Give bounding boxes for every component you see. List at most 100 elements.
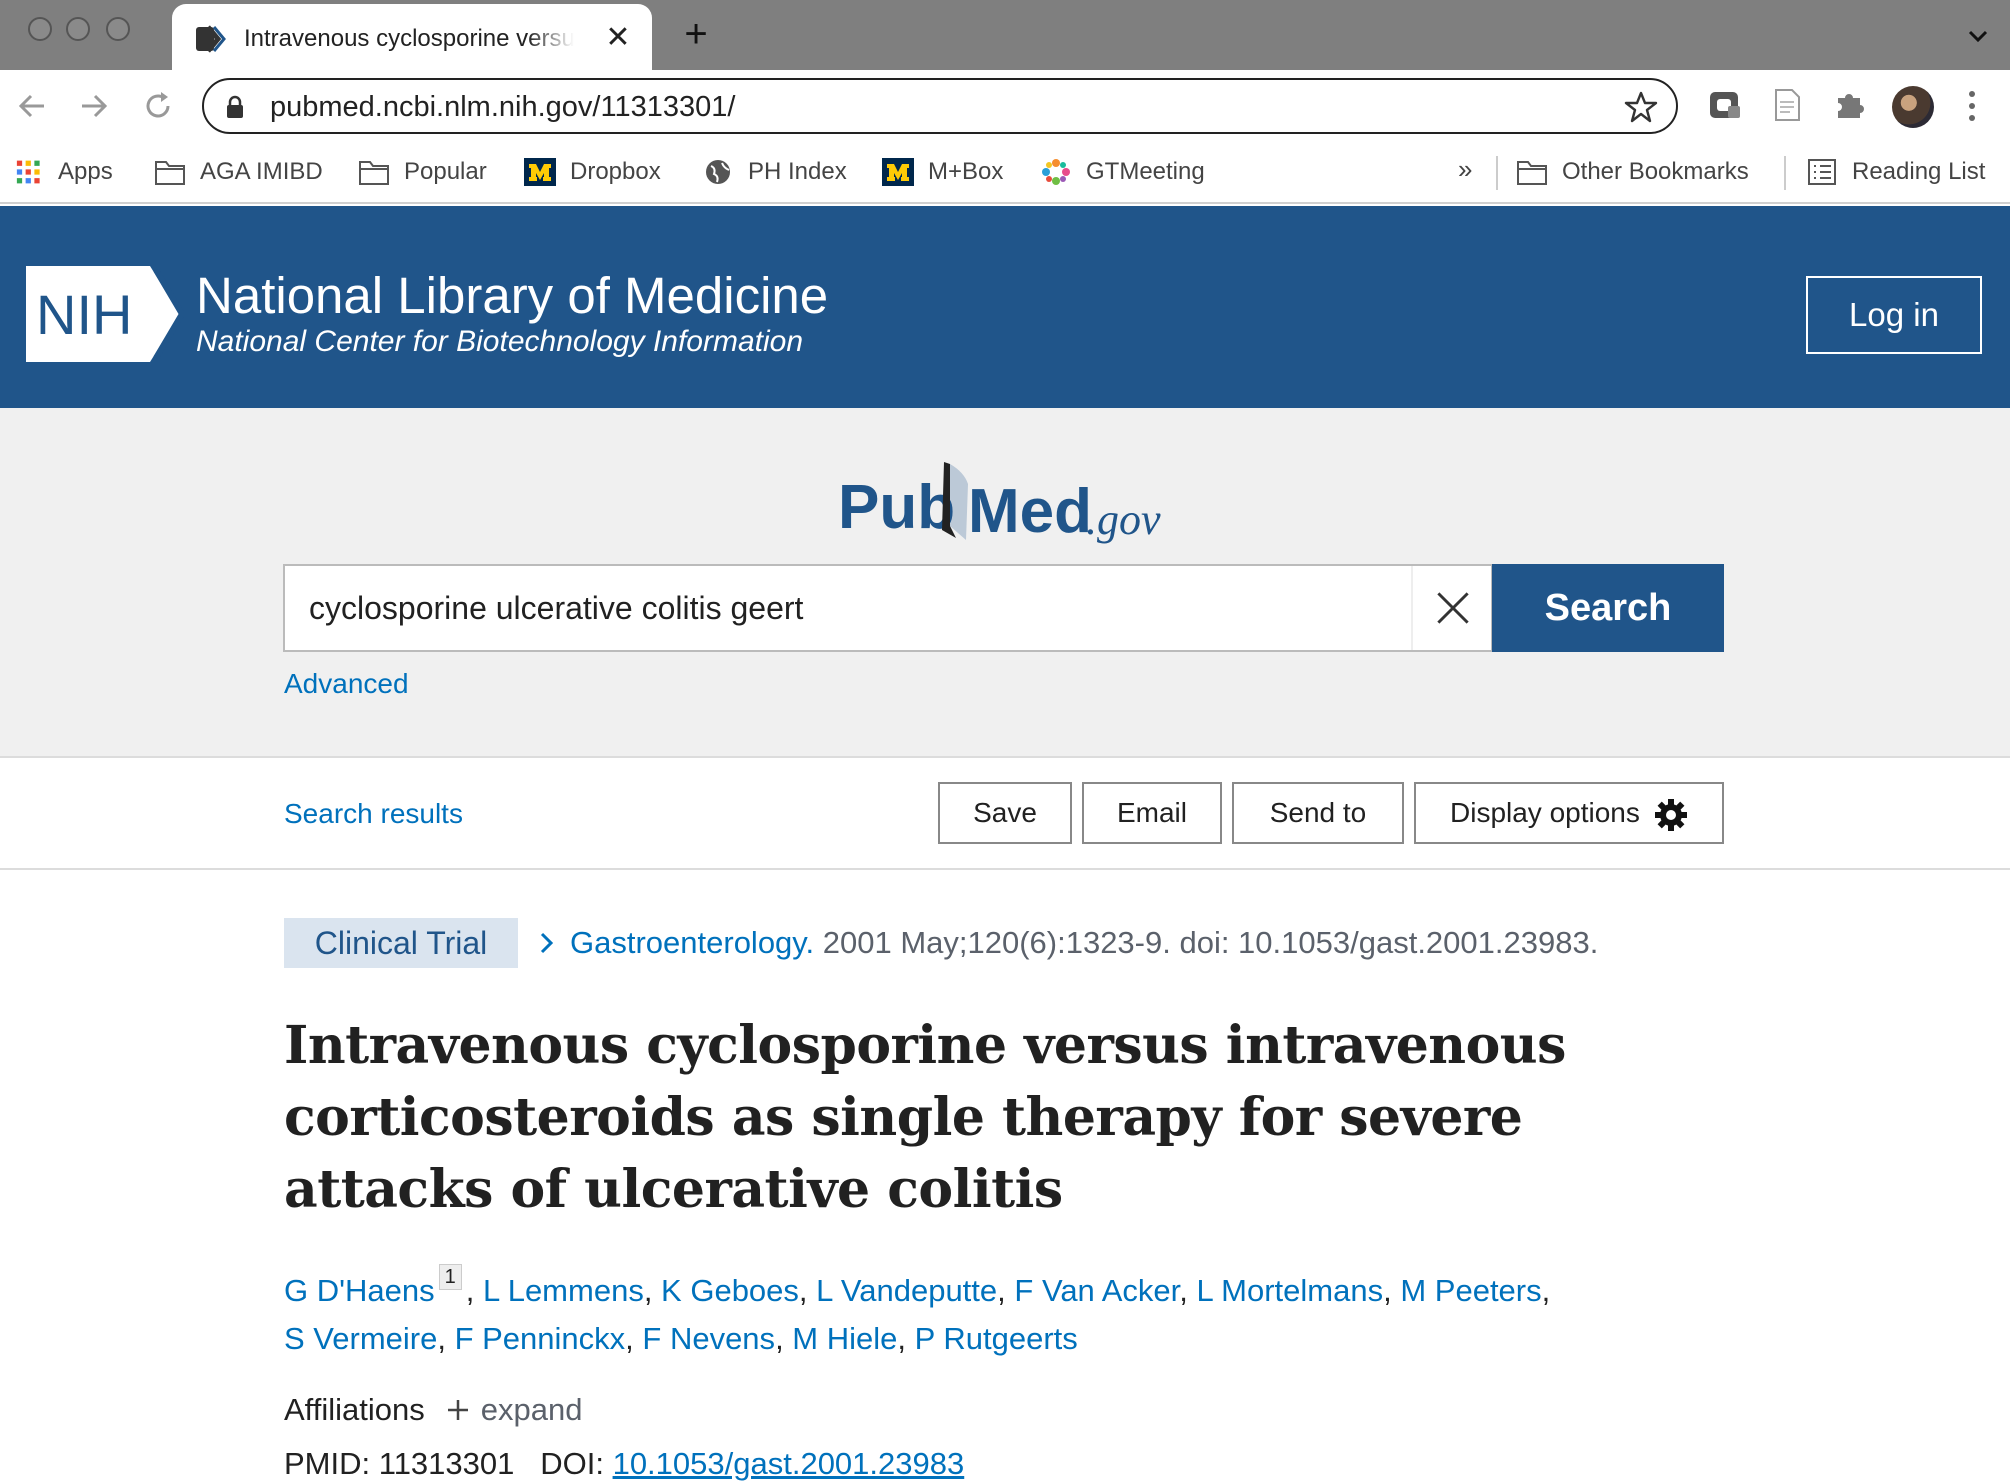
bookmark-star-icon[interactable] <box>1624 90 1658 124</box>
bookmarks-divider <box>1496 156 1498 190</box>
bookmark-label: Apps <box>58 158 113 185</box>
bookmark-label: GTMeeting <box>1086 158 1205 185</box>
citation-details: 2001 May;120(6):1323-9. doi: 10.1053/gas… <box>814 925 1599 960</box>
tab-close-icon[interactable]: ✕ <box>600 20 636 56</box>
author-link[interactable]: M Peeters <box>1400 1273 1541 1308</box>
svg-text:NIH: NIH <box>36 283 132 346</box>
publication-type-badge: Clinical Trial <box>284 918 518 968</box>
identifiers-row: PMID: 11313301 DOI: 10.1053/gast.2001.23… <box>284 1442 964 1484</box>
window-zoom-button[interactable] <box>106 17 130 41</box>
advanced-search-link[interactable]: Advanced <box>284 664 409 704</box>
author-link[interactable]: L Lemmens <box>483 1273 644 1308</box>
browser-tab-active[interactable]: Intravenous cyclosporine versus intraven… <box>172 4 652 70</box>
browser-toolbar: pubmed.ncbi.nlm.nih.gov/11313301/ <box>0 70 2010 142</box>
affiliation-ref[interactable]: 1 <box>438 1264 462 1290</box>
folder-icon <box>1517 161 1547 185</box>
bookmark-mbox[interactable]: M+Box <box>882 152 1003 192</box>
author-link[interactable]: K Geboes <box>661 1273 799 1308</box>
author-link[interactable]: F Nevens <box>642 1321 775 1356</box>
bookmark-label: Popular <box>404 158 487 185</box>
author-link[interactable]: F Penninckx <box>455 1321 626 1356</box>
gear-icon <box>1655 799 1687 831</box>
authors-list: G D'Haens 1, L Lemmens, K Geboes, L Vande… <box>284 1264 1551 1356</box>
author-link[interactable]: G D'Haens <box>284 1273 435 1308</box>
search-input[interactable] <box>285 566 1405 650</box>
nlm-title[interactable]: National Library of Medicine <box>196 266 828 326</box>
svg-text:.gov: .gov <box>1086 495 1161 544</box>
login-button[interactable]: Log in <box>1806 276 1982 354</box>
address-bar[interactable]: pubmed.ncbi.nlm.nih.gov/11313301/ <box>202 78 1678 134</box>
author-link[interactable]: L Mortelmans <box>1196 1273 1383 1308</box>
apps-grid-icon <box>16 160 40 184</box>
bookmark-label: Dropbox <box>570 158 661 185</box>
chevron-right-icon[interactable] <box>536 928 558 958</box>
search-box <box>283 564 1493 652</box>
pubmed-favicon-icon <box>196 25 226 53</box>
lock-icon <box>227 95 243 118</box>
michigan-m-icon <box>524 158 556 186</box>
ncbi-subtitle: National Center for Biotechnology Inform… <box>196 325 804 358</box>
bookmark-dropbox[interactable]: Dropbox <box>524 152 661 192</box>
search-section: Pub Med .gov Search Advanced <box>0 408 2010 758</box>
display-options-label: Display options <box>1450 797 1640 828</box>
url-text: pubmed.ncbi.nlm.nih.gov/11313301/ <box>270 91 736 123</box>
author-link[interactable]: M Hiele <box>792 1321 897 1356</box>
gotomeeting-flower-icon <box>1042 159 1070 185</box>
tab-title: Intravenous cyclosporine versus intraven… <box>244 25 574 52</box>
svg-text:Pub: Pub <box>838 473 955 542</box>
extensions-puzzle-icon[interactable] <box>1830 86 1868 124</box>
save-button[interactable]: Save <box>938 782 1072 844</box>
bookmark-gtmeeting[interactable]: GTMeeting <box>1040 152 1205 192</box>
search-results-link[interactable]: Search results <box>284 794 463 834</box>
clear-search-icon[interactable] <box>1411 566 1493 650</box>
bookmarks-divider <box>1784 156 1786 190</box>
search-button[interactable]: Search <box>1492 564 1724 652</box>
bookmark-label: PH Index <box>748 158 847 185</box>
author-link[interactable]: L Vandeputte <box>816 1273 997 1308</box>
tab-list-chevron-icon[interactable] <box>1962 20 1994 52</box>
pmid-value: 11313301 <box>378 1446 515 1481</box>
folder-icon <box>155 161 185 185</box>
citation-line: Gastroenterology. 2001 May;120(6):1323-9… <box>570 920 1598 966</box>
journal-link[interactable]: Gastroenterology. <box>570 925 814 960</box>
window-close-button[interactable] <box>28 17 52 41</box>
pmid-label: PMID: <box>284 1446 371 1481</box>
author-link[interactable]: F Van Acker <box>1014 1273 1179 1308</box>
bookmark-aga-imibd[interactable]: AGA IMIBD <box>154 152 323 192</box>
bookmark-label: M+Box <box>928 158 1004 185</box>
nih-header: NIH National Library of Medicine Nationa… <box>0 206 2010 408</box>
bookmark-popular[interactable]: Popular <box>358 152 487 192</box>
bookmark-label: Other Bookmarks <box>1562 158 1749 185</box>
back-arrow-icon[interactable] <box>12 86 52 126</box>
pubmed-logo[interactable]: Pub Med .gov <box>836 450 1176 550</box>
bookmarks-overflow-chevron[interactable]: » <box>1458 154 1472 185</box>
profile-avatar[interactable] <box>1892 86 1934 128</box>
folder-icon <box>359 161 389 185</box>
extension-citation-icon[interactable] <box>1706 86 1744 124</box>
bookmark-other-bookmarks[interactable]: Other Bookmarks <box>1516 152 1749 192</box>
browser-tab-bar: Intravenous cyclosporine versus intraven… <box>0 0 2010 70</box>
email-button[interactable]: Email <box>1082 782 1222 844</box>
expand-affiliations-button[interactable]: expand <box>481 1392 583 1427</box>
browser-menu-icon[interactable] <box>1962 88 1982 124</box>
new-tab-icon[interactable]: + <box>676 14 716 54</box>
reload-icon[interactable] <box>138 86 178 126</box>
article-actions-bar: Search results Save Email Send to Displa… <box>0 758 2010 870</box>
reading-list-button[interactable]: Reading List <box>1806 152 1985 192</box>
window-minimize-button[interactable] <box>66 17 90 41</box>
bookmark-label: AGA IMIBD <box>200 158 323 185</box>
author-link[interactable]: S Vermeire <box>284 1321 437 1356</box>
doi-label: DOI: <box>540 1446 604 1481</box>
bookmark-ph-index[interactable]: PH Index <box>702 152 847 192</box>
author-link[interactable]: P Rutgeerts <box>915 1321 1078 1356</box>
send-to-button[interactable]: Send to <box>1232 782 1404 844</box>
bookmark-apps[interactable]: Apps <box>16 152 113 192</box>
nih-logo[interactable]: NIH <box>26 262 184 366</box>
affiliations-row: Affiliations expand <box>284 1388 582 1432</box>
doi-link[interactable]: 10.1053/gast.2001.23983 <box>613 1446 965 1481</box>
plus-expand-icon[interactable] <box>445 1397 471 1423</box>
forward-arrow-icon[interactable] <box>74 86 114 126</box>
article-title: Intravenous cyclosporine versus intraven… <box>284 1015 1566 1220</box>
extension-reader-icon[interactable] <box>1768 86 1806 124</box>
michigan-m-icon <box>882 158 914 186</box>
